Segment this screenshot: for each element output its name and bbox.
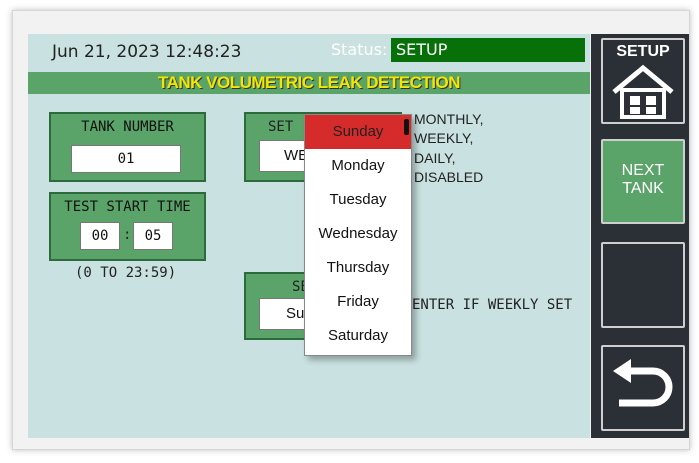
setup-home-button[interactable]: SETUP (601, 38, 685, 124)
test-start-time-label: TEST START TIME (64, 199, 191, 215)
mode-options-line-4: DISABLED (414, 169, 484, 185)
weekly-note: ENTER IF WEEKLY SET (412, 297, 573, 313)
test-start-time-panel: TEST START TIME 00 : 05 (49, 192, 206, 261)
title-bar: TANK VOLUMETRIC LEAK DETECTION (28, 72, 590, 94)
back-button[interactable] (601, 345, 685, 431)
next-tank-line-1: NEXT (621, 162, 665, 179)
dropdown-scroll-thumb[interactable] (404, 119, 409, 135)
tank-number-field[interactable]: 01 (71, 145, 181, 173)
day-dropdown-list[interactable]: Sunday Monday Tuesday Wednesday Thursday… (304, 114, 412, 356)
dropdown-option-saturday[interactable]: Saturday (305, 319, 411, 353)
next-tank-line-2: TANK (622, 180, 664, 197)
time-range-note: (0 TO 23:59) (75, 265, 177, 281)
tank-number-panel: TANK NUMBER 01 (49, 112, 206, 182)
next-tank-button[interactable]: NEXT TANK (601, 139, 685, 224)
mode-options-line-3: DAILY, (414, 150, 456, 166)
setup-label: SETUP (616, 43, 670, 60)
status-label: Status: (331, 40, 388, 59)
dropdown-option-sunday[interactable]: Sunday (305, 115, 411, 149)
dropdown-option-friday[interactable]: Friday (305, 285, 411, 319)
dropdown-option-wednesday[interactable]: Wednesday (305, 217, 411, 251)
tank-number-label: TANK NUMBER (81, 119, 174, 135)
time-separator: : (123, 227, 132, 243)
start-minutes-field[interactable]: 05 (133, 222, 173, 250)
page-title: TANK VOLUMETRIC LEAK DETECTION (157, 73, 461, 92)
datetime-display: Jun 21, 2023 12:48:23 (52, 42, 242, 62)
mode-options-line-2: WEEKLY, (414, 130, 474, 146)
blank-sidebar-button[interactable] (601, 242, 685, 328)
status-value: SETUP (391, 38, 585, 62)
set-mode-label: SET (268, 119, 294, 135)
set-day-value: Su (286, 305, 305, 322)
dropdown-option-thursday[interactable]: Thursday (305, 251, 411, 285)
home-icon (612, 64, 674, 119)
back-arrow-icon (613, 359, 673, 407)
start-hours-field[interactable]: 00 (80, 222, 120, 250)
dropdown-option-tuesday[interactable]: Tuesday (305, 183, 411, 217)
mode-options-line-1: MONTHLY, (414, 111, 484, 127)
dropdown-option-monday[interactable]: Monday (305, 149, 411, 183)
